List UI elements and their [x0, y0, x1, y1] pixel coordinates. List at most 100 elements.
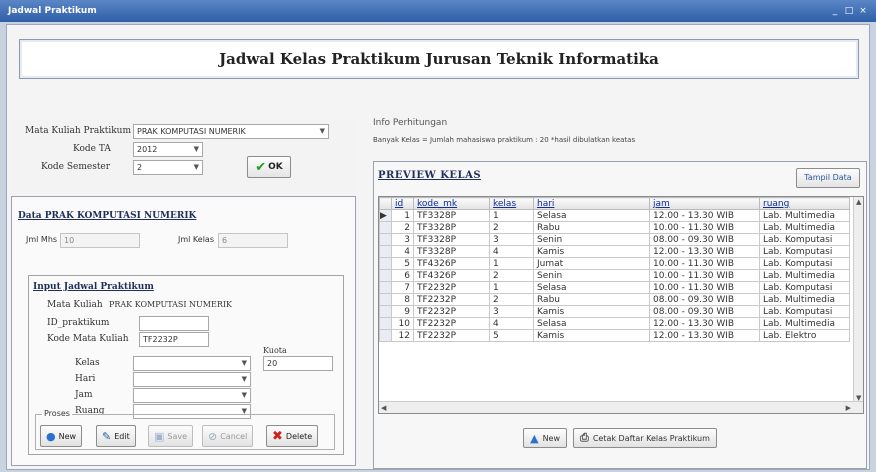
column-header[interactable]: id	[391, 197, 414, 210]
table-cell[interactable]: Selasa	[533, 209, 650, 222]
table-cell[interactable]: 8	[391, 293, 414, 306]
table-cell[interactable]: Lab. Multimedia	[759, 317, 850, 330]
close-button[interactable]: ×	[858, 6, 868, 16]
table-cell[interactable]: 08.00 - 09.30 WIB	[649, 305, 760, 318]
table-cell[interactable]: TF2232P	[413, 317, 490, 330]
new-button[interactable]: ● New	[40, 425, 83, 447]
ok-button[interactable]: ✔ OK	[247, 156, 291, 178]
table-cell[interactable]: Lab. Komputasi	[759, 305, 850, 318]
table-cell[interactable]: 08.00 - 09.30 WIB	[649, 293, 760, 306]
table-cell[interactable]: 7	[391, 281, 414, 294]
table-cell[interactable]: 3	[489, 305, 534, 318]
row-selector[interactable]	[379, 245, 392, 258]
hari-select[interactable]: ▼	[133, 372, 251, 387]
row-selector[interactable]	[379, 221, 392, 234]
horizontal-scrollbar[interactable]: ◀ ▶	[379, 401, 863, 413]
cancel-button[interactable]: ⊘ Cancel	[202, 425, 254, 447]
column-header[interactable]: kelas	[489, 197, 534, 210]
table-cell[interactable]: 9	[391, 305, 414, 318]
table-row[interactable]: 2 TF3328P 2 Rabu 10.00 - 11.30 WIB Lab. Multi…	[379, 221, 850, 234]
table-cell[interactable]: Lab. Komputasi	[759, 281, 850, 294]
table-cell[interactable]: Lab. Multimedia	[759, 293, 850, 306]
table-cell[interactable]: 2	[391, 221, 414, 234]
cetak-daftar-button[interactable]: ⎙ Cetak Daftar Kelas Praktikum	[573, 428, 717, 448]
table-cell[interactable]: 10.00 - 11.30 WIB	[649, 221, 760, 234]
table-cell[interactable]: 5	[489, 329, 534, 342]
table-cell[interactable]: Lab. Komputasi	[759, 233, 850, 246]
table-cell[interactable]: 10.00 - 11.30 WIB	[649, 269, 760, 282]
row-selector[interactable]	[379, 281, 392, 294]
table-cell[interactable]: TF2232P	[413, 305, 490, 318]
table-cell[interactable]: Senin	[533, 269, 650, 282]
kode-ta-select[interactable]: 2012 ▼	[133, 142, 203, 157]
kode-semester-select[interactable]: 2 ▼	[133, 160, 203, 175]
id-praktikum-field[interactable]	[139, 316, 209, 331]
table-cell[interactable]: 12.00 - 13.30 WIB	[649, 245, 760, 258]
table-cell[interactable]: Selasa	[533, 317, 650, 330]
table-row[interactable]: ▶ 1 TF3328P 1 Selasa 12.00 - 13.30 WIB Lab. Mu…	[379, 209, 850, 222]
mata-kuliah-select[interactable]: PRAK KOMPUTASI NUMERIK ▼	[133, 124, 329, 139]
row-selector[interactable]	[379, 293, 392, 306]
new-preview-button[interactable]: ▲ New	[523, 428, 568, 448]
row-selector[interactable]	[379, 329, 392, 342]
row-selector[interactable]	[379, 305, 392, 318]
column-header[interactable]: kode_mk	[413, 197, 490, 210]
kuota-field[interactable]: 20	[263, 356, 333, 371]
table-cell[interactable]: 12.00 - 13.30 WIB	[649, 329, 760, 342]
table-row[interactable]: 10 TF2232P 4 Selasa 12.00 - 13.30 WIB Lab. Mu…	[379, 317, 850, 330]
table-cell[interactable]: 4	[489, 317, 534, 330]
table-cell[interactable]: Lab. Komputasi	[759, 245, 850, 258]
row-selector[interactable]	[379, 257, 392, 270]
table-cell[interactable]: Lab. Multimedia	[759, 221, 850, 234]
table-cell[interactable]: TF2232P	[413, 281, 490, 294]
table-cell[interactable]: Lab. Multimedia	[759, 209, 850, 222]
table-cell[interactable]: TF4326P	[413, 269, 490, 282]
row-selector[interactable]	[379, 317, 392, 330]
table-cell[interactable]: 1	[391, 209, 414, 222]
table-cell[interactable]: Rabu	[533, 293, 650, 306]
table-cell[interactable]: Lab. Komputasi	[759, 257, 850, 270]
table-cell[interactable]: 12.00 - 13.30 WIB	[649, 209, 760, 222]
table-cell[interactable]: Lab. Elektro	[759, 329, 850, 342]
edit-button[interactable]: ✎ Edit	[96, 425, 136, 447]
table-cell[interactable]: 3	[489, 233, 534, 246]
scroll-up-icon[interactable]: ▲	[856, 198, 861, 206]
table-row[interactable]: 3 TF3328P 3 Senin 08.00 - 09.30 WIB Lab. Komp…	[379, 233, 850, 246]
table-cell[interactable]: TF2232P	[413, 293, 490, 306]
table-cell[interactable]: 12.00 - 13.30 WIB	[649, 317, 760, 330]
table-cell[interactable]: 10.00 - 11.30 WIB	[649, 257, 760, 270]
table-cell[interactable]: Lab. Multimedia	[759, 269, 850, 282]
table-cell[interactable]: Jumat	[533, 257, 650, 270]
column-header[interactable]: hari	[533, 197, 650, 210]
jam-select[interactable]: ▼	[133, 388, 251, 403]
save-button[interactable]: ▣ Save	[148, 425, 194, 447]
kode-mata-kuliah-field[interactable]: TF2232P	[139, 332, 209, 347]
minimize-button[interactable]: _	[830, 6, 840, 16]
table-cell[interactable]: 1	[489, 281, 534, 294]
table-row[interactable]: 12 TF2232P 5 Kamis 12.00 - 13.30 WIB Lab. Ele…	[379, 329, 850, 342]
table-row[interactable]: 8 TF2232P 2 Rabu 08.00 - 09.30 WIB Lab. Multi…	[379, 293, 850, 306]
table-cell[interactable]: Rabu	[533, 221, 650, 234]
table-cell[interactable]: 6	[391, 269, 414, 282]
table-cell[interactable]: 10.00 - 11.30 WIB	[649, 281, 760, 294]
column-header[interactable]: jam	[649, 197, 760, 210]
table-cell[interactable]: 2	[489, 221, 534, 234]
kelas-grid[interactable]: id kode_mk kelas hari jam ruang ▶ 1 TF3328…	[378, 196, 864, 414]
table-cell[interactable]: 5	[391, 257, 414, 270]
scroll-right-icon[interactable]: ▶	[846, 404, 851, 412]
row-selector[interactable]	[379, 269, 392, 282]
table-row[interactable]: 6 TF4326P 2 Senin 10.00 - 11.30 WIB Lab. Mult…	[379, 269, 850, 282]
table-row[interactable]: 9 TF2232P 3 Kamis 08.00 - 09.30 WIB Lab. Komp…	[379, 305, 850, 318]
kelas-select[interactable]: ▼	[133, 356, 251, 371]
table-cell[interactable]: Kamis	[533, 305, 650, 318]
vertical-scrollbar[interactable]: ▲ ▼	[853, 197, 863, 403]
table-cell[interactable]: TF3328P	[413, 233, 490, 246]
table-cell[interactable]: TF3328P	[413, 221, 490, 234]
table-cell[interactable]: TF4326P	[413, 257, 490, 270]
row-selector[interactable]	[379, 233, 392, 246]
table-row[interactable]: 7 TF2232P 1 Selasa 10.00 - 11.30 WIB Lab. Kom…	[379, 281, 850, 294]
table-cell[interactable]: 2	[489, 269, 534, 282]
scroll-left-icon[interactable]: ◀	[381, 404, 386, 412]
table-cell[interactable]: 1	[489, 209, 534, 222]
maximize-button[interactable]: □	[844, 6, 854, 16]
